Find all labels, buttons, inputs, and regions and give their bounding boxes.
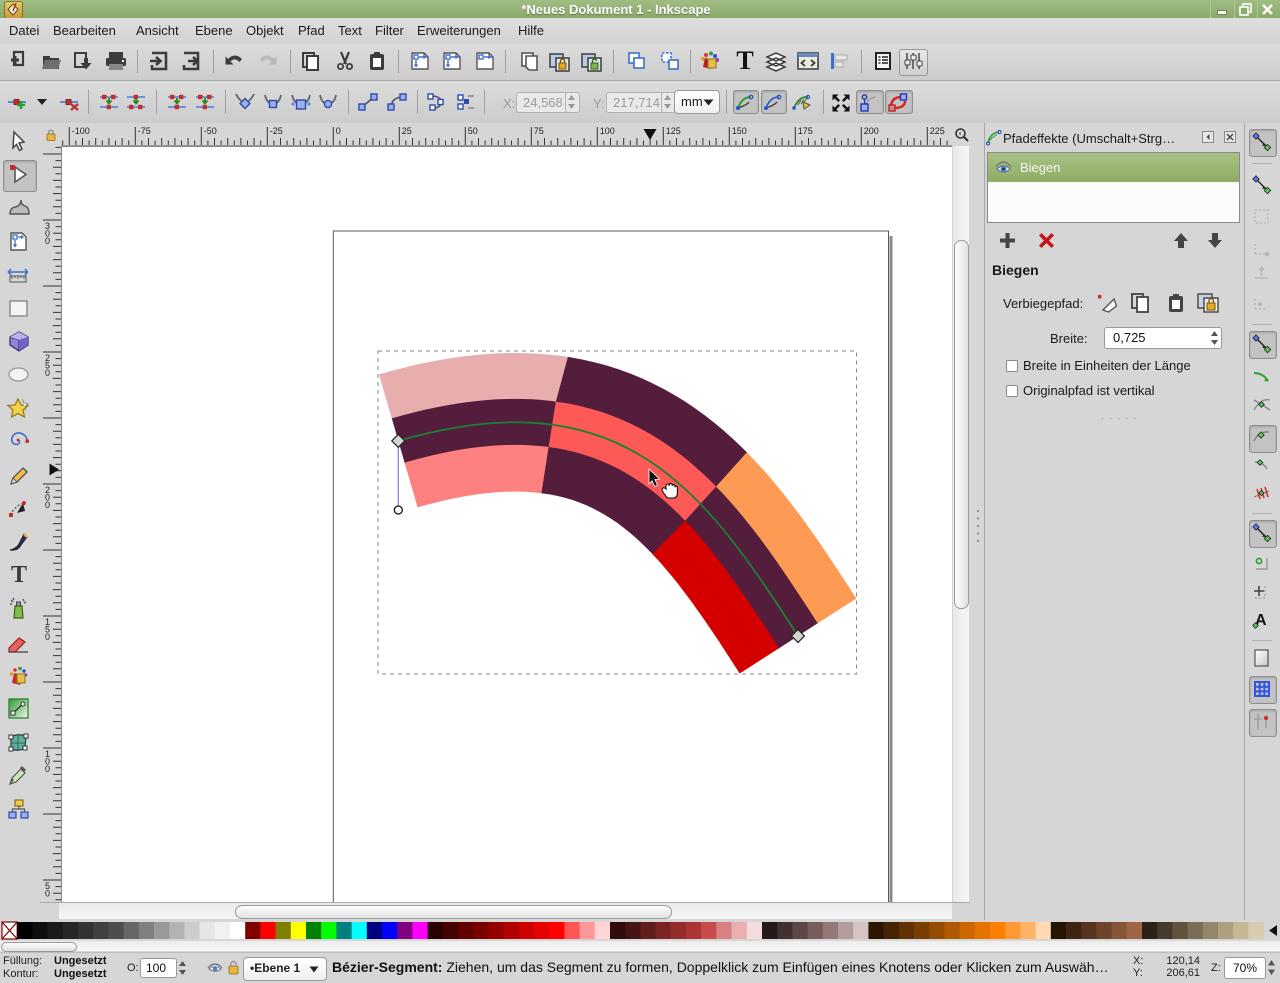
svg-text:100: 100 bbox=[45, 749, 50, 774]
svg-text:75: 75 bbox=[534, 126, 544, 136]
svg-text:0: 0 bbox=[336, 126, 341, 136]
svg-text:-75: -75 bbox=[138, 126, 151, 136]
svg-text:100: 100 bbox=[600, 126, 615, 136]
svg-text:200: 200 bbox=[45, 485, 50, 510]
svg-text:50: 50 bbox=[45, 881, 50, 899]
svg-text:150: 150 bbox=[45, 617, 50, 642]
svg-text:175: 175 bbox=[798, 126, 813, 136]
svg-text:50: 50 bbox=[468, 126, 478, 136]
svg-text:225: 225 bbox=[930, 126, 945, 136]
svg-text:125: 125 bbox=[666, 126, 681, 136]
svg-text:-100: -100 bbox=[72, 126, 90, 136]
svg-text:25: 25 bbox=[402, 126, 412, 136]
svg-text:300: 300 bbox=[45, 221, 50, 246]
svg-text:250: 250 bbox=[45, 353, 50, 378]
svg-text:-50: -50 bbox=[204, 126, 217, 136]
svg-text:200: 200 bbox=[864, 126, 879, 136]
svg-text:-25: -25 bbox=[270, 126, 283, 136]
svg-text:150: 150 bbox=[732, 126, 747, 136]
